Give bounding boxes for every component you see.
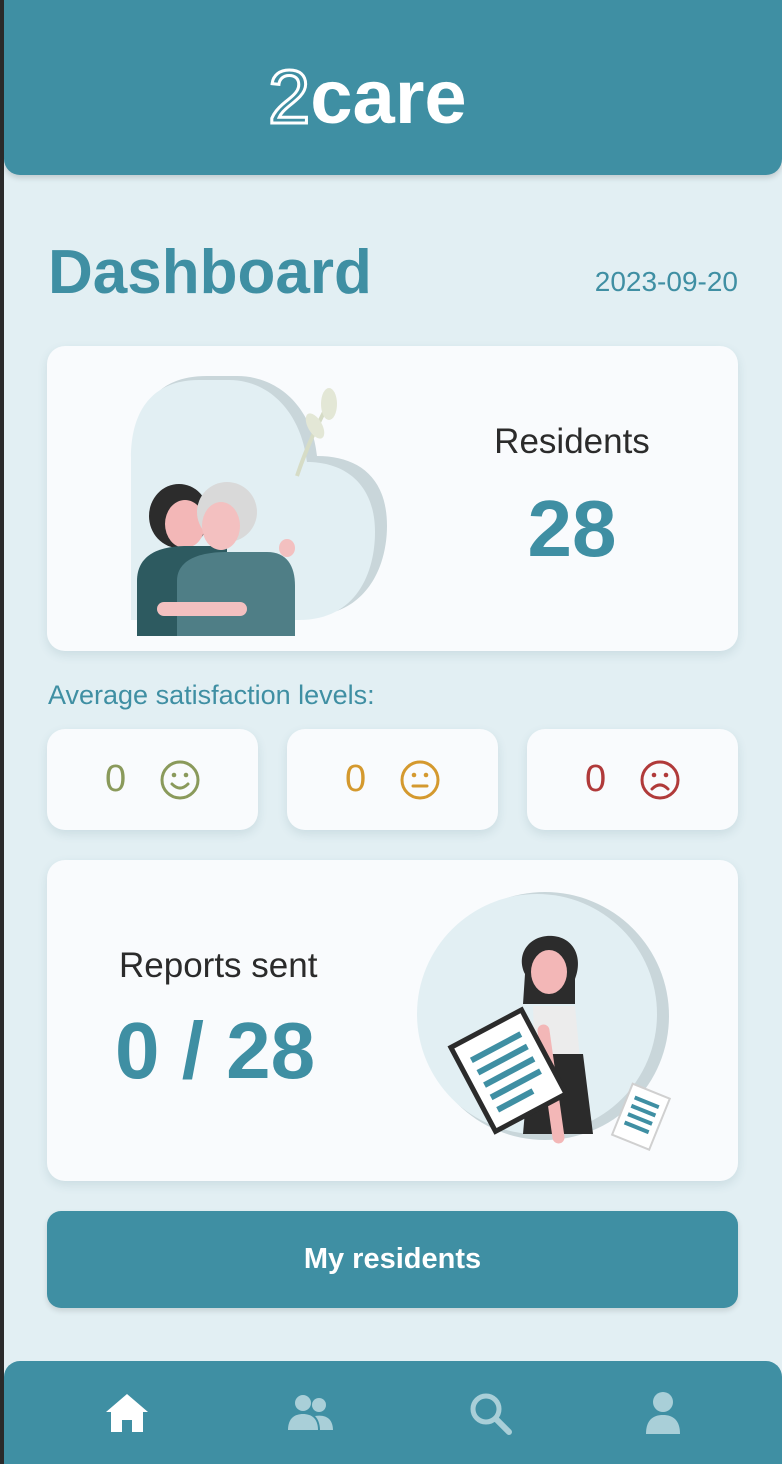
logo-number: 2	[266, 55, 311, 140]
nav-profile[interactable]	[633, 1383, 693, 1443]
residents-label: Residents	[494, 422, 650, 461]
users-icon	[288, 1395, 333, 1430]
satisfaction-happy-card[interactable]: 0	[47, 729, 258, 830]
satisfaction-neutral-card[interactable]: 0	[287, 729, 498, 830]
satisfaction-title: Average satisfaction levels:	[48, 680, 375, 710]
nav-residents[interactable]	[280, 1383, 340, 1443]
frown-face-icon	[640, 760, 680, 800]
user-icon	[646, 1392, 680, 1434]
satisfaction-happy-value: 0	[105, 758, 127, 800]
reports-illustration	[417, 892, 672, 1151]
residents-illustration	[131, 376, 387, 636]
reports-label: Reports sent	[119, 946, 318, 985]
nav-home[interactable]	[97, 1383, 157, 1443]
bottom-nav	[4, 1361, 782, 1464]
app-logo: 2care	[266, 55, 518, 140]
satisfaction-neutral-value: 0	[345, 758, 367, 800]
my-residents-button[interactable]: My residents	[47, 1211, 738, 1308]
reports-count: 0 / 28	[115, 1006, 316, 1095]
app-header: 2care	[4, 0, 782, 175]
dashboard-date: 2023-09-20	[594, 266, 738, 297]
residents-card[interactable]: Residents 28	[47, 346, 738, 651]
reports-card[interactable]: Reports sent 0 / 28	[47, 860, 738, 1181]
satisfaction-sad-value: 0	[585, 758, 607, 800]
smile-face-icon	[160, 760, 200, 800]
residents-count: 28	[527, 484, 617, 573]
nav-search[interactable]	[460, 1383, 520, 1443]
app-screen: 2care Dashboard 2023-09-20 Residents 28	[4, 0, 782, 1464]
logo-word: care	[310, 55, 467, 140]
search-icon	[470, 1393, 512, 1435]
page-title: Dashboard	[48, 238, 372, 307]
satisfaction-sad-card[interactable]: 0	[527, 729, 738, 830]
neutral-face-icon	[400, 760, 440, 800]
home-icon	[106, 1394, 148, 1432]
